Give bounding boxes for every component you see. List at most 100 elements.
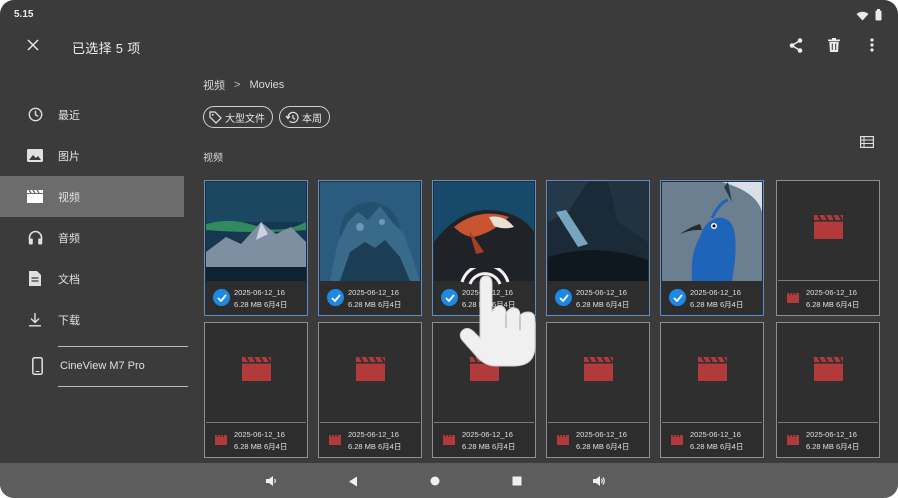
share-button[interactable]: [786, 34, 806, 56]
video-thumbnail: [320, 324, 420, 423]
chip-label: 大型文件: [225, 113, 265, 125]
file-size: 6.28 MB 6月4日: [806, 300, 860, 309]
breadcrumb-current[interactable]: Movies: [249, 79, 284, 91]
status-time: 5.15: [14, 9, 34, 20]
file-tile[interactable]: 2025-06-12_16 6.28 MB 6月4日: [776, 180, 880, 316]
checkmark-icon[interactable]: [555, 289, 572, 306]
volume-up-button[interactable]: [590, 472, 608, 490]
file-tile[interactable]: 2025-06-12_16 6.28 MB 6月4日: [776, 322, 880, 458]
breadcrumb-separator: >: [234, 79, 241, 91]
video-file-icon: [215, 435, 227, 445]
file-tile[interactable]: 2025-06-12_16 6.28 MB 6月4日: [318, 322, 422, 458]
home-button[interactable]: [426, 472, 444, 490]
checkmark-icon[interactable]: [327, 289, 344, 306]
file-size: 6.28 MB 6月4日: [348, 300, 402, 309]
file-meta: 2025-06-12_16 6.28 MB 6月4日: [205, 425, 307, 457]
chip-this-week[interactable]: 本周: [279, 106, 330, 128]
video-file-icon: [443, 435, 455, 445]
sidebar-item-downloads[interactable]: 下载: [0, 299, 186, 340]
file-tile[interactable]: 2025-06-12_16 6.28 MB 6月4日: [204, 180, 308, 316]
file-meta: 2025-06-12_16 6.28 MB 6月4日: [777, 283, 879, 315]
clock-icon: [26, 106, 44, 124]
sidebar-item-label: 下载: [58, 314, 80, 327]
sidebar-item-device[interactable]: CineView M7 Pro: [0, 346, 186, 386]
chip-label: 本周: [302, 113, 322, 125]
document-icon: [26, 270, 44, 288]
tag-icon: [209, 110, 222, 124]
breadcrumb-root[interactable]: 视频: [203, 77, 225, 93]
chip-large-files[interactable]: 大型文件: [203, 106, 273, 128]
home-circle-icon: [430, 476, 440, 486]
video-placeholder-icon: [814, 215, 843, 239]
file-size: 6.28 MB 6月4日: [348, 442, 402, 451]
close-selection-button[interactable]: [22, 34, 44, 56]
file-date: 2025-06-12_16: [806, 288, 857, 297]
video-thumbnail: [548, 324, 648, 423]
headphones-icon: [26, 229, 44, 247]
status-bar: 5.15: [0, 0, 898, 24]
sidebar-item-audio[interactable]: 音频: [0, 217, 186, 258]
video-icon: [26, 188, 44, 206]
sidebar-item-images[interactable]: 图片: [0, 135, 186, 176]
file-meta: 2025-06-12_16 6.28 MB 6月4日: [205, 283, 307, 315]
file-date: 2025-06-12_16: [348, 430, 399, 439]
image-icon: [26, 147, 44, 165]
video-placeholder-icon: [356, 357, 385, 381]
video-file-icon: [787, 293, 799, 303]
video-file-icon: [557, 435, 569, 445]
video-thumbnail: [778, 182, 878, 281]
section-header: 视频: [203, 153, 223, 164]
back-triangle-icon: [349, 476, 357, 486]
checkmark-icon[interactable]: [441, 289, 458, 306]
file-date: 2025-06-12_16: [348, 288, 399, 297]
file-size: 6.28 MB 6月4日: [806, 442, 860, 451]
video-thumbnail: [206, 324, 306, 423]
history-icon: [285, 111, 299, 123]
file-tile[interactable]: 2025-06-12_16 6.28 MB 6月4日: [546, 180, 650, 316]
video-placeholder-icon: [814, 357, 843, 381]
app-window: 5.15 已选择 5 项 最近 图片 视频 音频 文档 下载 CineView …: [0, 0, 898, 498]
file-date: 2025-06-12_16: [806, 430, 857, 439]
file-tile[interactable]: 2025-06-12_16 6.28 MB 6月4日: [318, 180, 422, 316]
video-thumbnail: [206, 182, 306, 281]
file-meta: 2025-06-12_16 6.28 MB 6月4日: [661, 425, 763, 457]
file-size: 6.28 MB 6月4日: [690, 442, 744, 451]
checkmark-icon[interactable]: [213, 289, 230, 306]
video-file-icon: [329, 435, 341, 445]
file-meta: 2025-06-12_16 6.28 MB 6月4日: [547, 283, 649, 315]
filter-chips: 大型文件 本周: [203, 106, 330, 128]
sidebar-item-videos[interactable]: 视频: [0, 176, 184, 217]
checkmark-icon[interactable]: [669, 289, 686, 306]
sidebar-item-recent[interactable]: 最近: [0, 94, 186, 135]
list-view-toggle[interactable]: [860, 135, 876, 149]
file-tile[interactable]: 2025-06-12_16 6.28 MB 6月4日: [204, 322, 308, 458]
file-tile[interactable]: 2025-06-12_16 6.28 MB 6月4日: [546, 322, 650, 458]
file-size: 6.28 MB 6月4日: [234, 442, 288, 451]
video-thumbnail: [662, 324, 762, 423]
phone-icon: [30, 356, 44, 376]
video-thumbnail: [320, 182, 420, 281]
breadcrumb: 视频 > Movies: [203, 77, 284, 93]
battery-icon: [875, 8, 882, 26]
file-date: 2025-06-12_16: [576, 430, 627, 439]
video-file-icon: [787, 435, 799, 445]
video-thumbnail: [548, 182, 648, 281]
file-date: 2025-06-12_16: [462, 430, 513, 439]
close-icon: [27, 39, 39, 51]
volume-down-button[interactable]: [262, 472, 280, 490]
recents-button[interactable]: [508, 472, 526, 490]
video-thumbnail: [434, 182, 534, 281]
sidebar-item-documents[interactable]: 文档: [0, 258, 186, 299]
more-options-button[interactable]: [862, 34, 882, 56]
share-icon: [789, 37, 803, 53]
file-meta: 2025-06-12_16 6.28 MB 6月4日: [777, 425, 879, 457]
file-date: 2025-06-12_16: [690, 288, 741, 297]
file-tile[interactable]: 2025-06-12_16 6.28 MB 6月4日: [660, 322, 764, 458]
volume-down-icon: [266, 476, 276, 486]
video-thumbnail: [662, 182, 762, 281]
file-meta: 2025-06-12_16 6.28 MB 6月4日: [319, 283, 421, 315]
back-button[interactable]: [344, 472, 362, 490]
selection-count-title: 已选择 5 项: [72, 41, 141, 56]
delete-button[interactable]: [824, 34, 844, 56]
file-tile[interactable]: 2025-06-12_16 6.28 MB 6月4日: [660, 180, 764, 316]
